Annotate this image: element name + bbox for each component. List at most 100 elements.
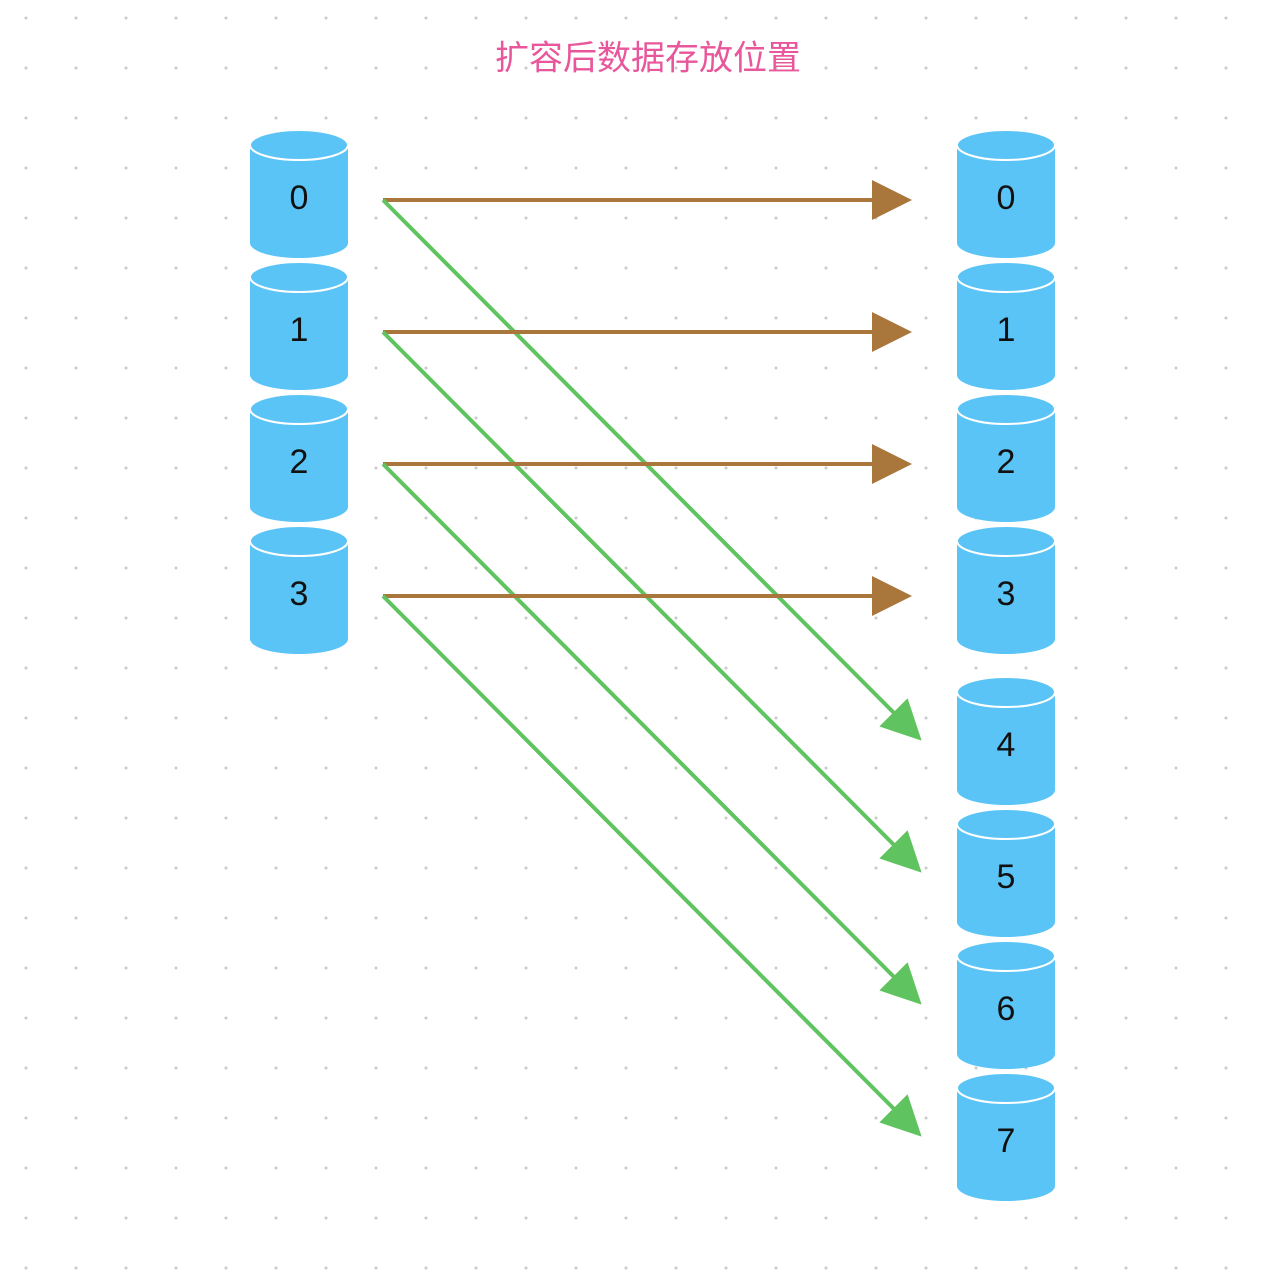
grid-dot [824,16,828,20]
grid-dot [924,1216,928,1220]
grid-dot [424,566,428,570]
grid-dot [624,816,628,820]
grid-dot [1124,1166,1128,1170]
grid-dot [424,16,428,20]
grid-dot [724,316,728,320]
grid-dot [124,66,128,70]
grid-dot [274,16,278,20]
grid-dot [924,816,928,820]
grid-dot [824,1266,828,1270]
grid-dot [724,416,728,420]
grid-dot [1224,666,1228,670]
cylinder-top [956,525,1056,557]
original-bucket-0: 0 [249,129,349,258]
cylinder-top [249,393,349,425]
bucket-label: 0 [997,179,1016,217]
grid-dot [1224,16,1228,20]
grid-dot [574,916,578,920]
grid-dot [174,66,178,70]
grid-dot [1124,1266,1128,1270]
grid-dot [924,416,928,420]
grid-dot [924,1166,928,1170]
grid-dot [74,616,78,620]
grid-dot [1174,1016,1178,1020]
bucket-label: 7 [997,1122,1016,1160]
grid-dot [874,316,878,320]
grid-dot [1074,666,1078,670]
grid-dot [174,666,178,670]
grid-dot [874,1216,878,1220]
grid-dot [924,616,928,620]
grid-dot [574,566,578,570]
grid-dot [1124,866,1128,870]
grid-dot [624,1016,628,1020]
grid-dot [924,716,928,720]
grid-dot [674,716,678,720]
grid-dot [124,216,128,220]
grid-dot [574,666,578,670]
grid-dot [1024,666,1028,670]
grid-dot [574,1016,578,1020]
grid-dot [324,816,328,820]
grid-dot [774,216,778,220]
grid-dot [124,466,128,470]
grid-dot [674,1216,678,1220]
grid-dot [1174,966,1178,970]
bucket-label: 4 [997,726,1016,764]
bucket-label: 2 [997,443,1016,481]
grid-dot [74,866,78,870]
grid-dot [574,266,578,270]
grid-dot [874,616,878,620]
grid-dot [924,1116,928,1120]
grid-dot [924,116,928,120]
grid-dot [74,1016,78,1020]
grid-dot [324,1166,328,1170]
bucket-label: 3 [290,575,309,613]
grid-dot [124,1066,128,1070]
grid-dot [874,66,878,70]
grid-dot [574,416,578,420]
grid-dot [1174,516,1178,520]
grid-dot [724,716,728,720]
grid-dot [274,716,278,720]
grid-dot [274,1166,278,1170]
grid-dot [624,666,628,670]
grid-dot [1024,66,1028,70]
grid-dot [774,166,778,170]
grid-dot [274,816,278,820]
grid-dot [374,716,378,720]
grid-dot [524,566,528,570]
grid-dot [474,566,478,570]
grid-dot [924,16,928,20]
grid-dot [1124,666,1128,670]
grid-dot [374,1166,378,1170]
grid-dot [124,316,128,320]
grid-dot [824,1016,828,1020]
grid-dot [224,1016,228,1020]
grid-dot [274,1266,278,1270]
grid-dot [624,566,628,570]
grid-dot [24,66,28,70]
grid-dot [124,266,128,270]
grid-dot [824,66,828,70]
grid-dot [74,1116,78,1120]
arrow-2-to-6 [381,462,922,1005]
cylinder-top [249,129,349,161]
grid-dot [124,116,128,120]
grid-dot [674,316,678,320]
grid-dot [174,16,178,20]
grid-dot [474,216,478,220]
grid-dot [1124,816,1128,820]
grid-dot [574,816,578,820]
grid-dot [1224,66,1228,70]
grid-dot [374,516,378,520]
cylinder-top [249,261,349,293]
grid-dot [74,1166,78,1170]
grid-dot [424,966,428,970]
grid-dot [724,116,728,120]
grid-dot [974,16,978,20]
grid-dot [774,1266,778,1270]
grid-dot [24,766,28,770]
grid-dot [424,116,428,120]
grid-dot [474,1116,478,1120]
